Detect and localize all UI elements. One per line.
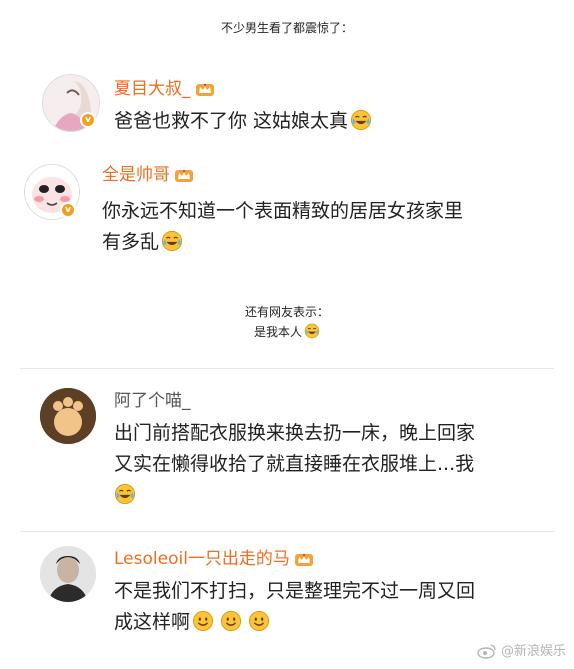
caption-top: 不少男生看了都震惊了： (0, 18, 574, 38)
vip-crown-icon (195, 81, 215, 97)
caption-middle: 还有网友表示： 是我本人 (0, 302, 574, 342)
watermark-text: @新浪娱乐 (500, 644, 566, 659)
comment-username[interactable]: 全是帅哥 (102, 164, 194, 186)
verified-badge: v (60, 202, 76, 218)
caption-middle-line1: 还有网友表示： (244, 305, 329, 319)
comment-2: v 全是帅哥 你永远不知道一个表面精致的居居女孩家里 有多乱 (0, 160, 574, 270)
comment-text: 出门前搭配衣服换来换去扔一床，晚上回家 又实在懒得收拾了就直接睡在衣服堆上...… (114, 418, 475, 511)
comment-3: 阿了个喵_ 出门前搭配衣服换来换去扔一床，晚上回家 又实在懒得收拾了就直接睡在衣… (0, 382, 574, 512)
comment-1: v 夏目大叔_ 爸爸也救不了你 这姑娘太真 (0, 72, 574, 152)
laugh-cry-emoji-icon (350, 109, 372, 131)
divider (20, 531, 554, 532)
vip-crown-icon (174, 167, 194, 183)
avatar[interactable] (40, 546, 96, 602)
divider (20, 368, 554, 369)
comment-username[interactable]: 夏目大叔_ (114, 78, 215, 100)
smile-emoji-icon (192, 610, 214, 632)
watermark: @新浪娱乐 (477, 640, 566, 659)
avatar[interactable] (40, 388, 96, 444)
avatar-photo-icon (40, 546, 96, 602)
laugh-cry-emoji-icon (161, 230, 183, 252)
caption-middle-line2: 是我本人 (0, 322, 574, 342)
comment-text: 不是我们不打扫，只是整理完不过一周又回 成这样啊 (114, 580, 476, 633)
avatar-cat-paw-icon (40, 388, 96, 444)
comment-username[interactable]: Lesoleoil一只出走的马 (114, 548, 314, 570)
vip-crown-icon (294, 551, 314, 567)
comment-4: Lesoleoil一只出走的马 不是我们不打扫，只是整理完不过一周又回 成这样啊 (0, 542, 574, 652)
weibo-logo-icon (477, 644, 496, 659)
smile-emoji-icon (220, 610, 242, 632)
verified-badge: v (80, 112, 96, 128)
caption-top-text: 不少男生看了都震惊了： (220, 21, 353, 35)
comment-text: 你永远不知道一个表面精致的居居女孩家里 有多乱 (102, 200, 464, 253)
comment-text: 爸爸也救不了你 这姑娘太真 (114, 106, 372, 137)
laugh-cry-emoji-icon (304, 323, 320, 339)
comment-username[interactable]: 阿了个喵_ (114, 390, 191, 412)
smile-emoji-icon (248, 610, 270, 632)
laugh-cry-emoji-icon (114, 483, 136, 505)
